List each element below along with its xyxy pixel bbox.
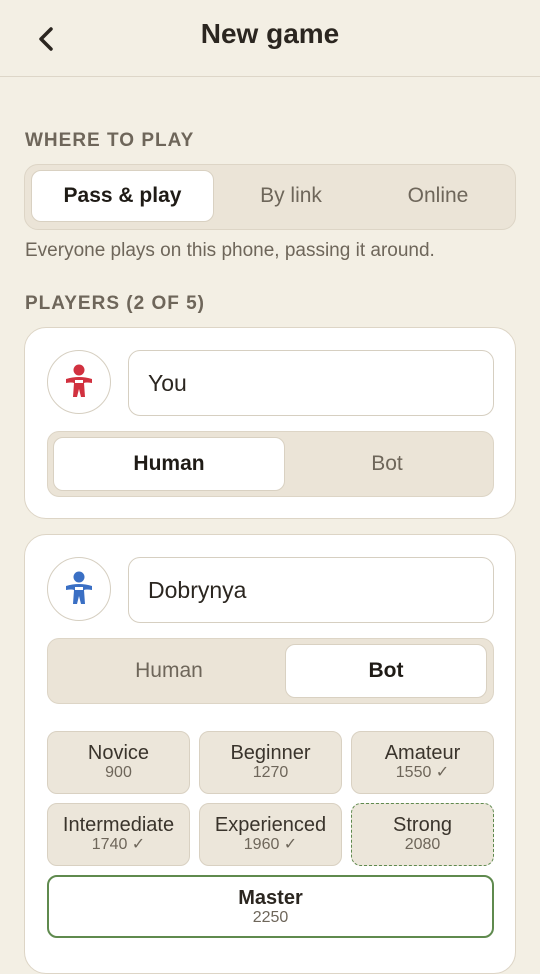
- player-card: Human Bot Novice 900 Beginner 1270 Amate…: [24, 534, 516, 974]
- player-name-input[interactable]: [128, 350, 494, 416]
- level-rating: 2250: [252, 909, 289, 926]
- level-name: Master: [238, 887, 303, 909]
- human-option[interactable]: Human: [53, 644, 285, 698]
- level-name: Strong: [393, 814, 452, 836]
- level-name: Experienced: [214, 814, 327, 836]
- level-rating: 2080: [404, 836, 441, 853]
- bot-level-novice[interactable]: Novice 900: [47, 731, 190, 794]
- tab-by-link[interactable]: By link: [214, 170, 368, 222]
- player-avatar[interactable]: [47, 557, 111, 621]
- person-icon: [66, 364, 92, 397]
- player-card: Human Bot: [24, 327, 516, 519]
- player-type-selector: Human Bot: [47, 431, 494, 497]
- tab-online[interactable]: Online: [368, 170, 508, 222]
- person-icon: [66, 571, 92, 604]
- level-rating: 900: [105, 764, 132, 781]
- human-option[interactable]: Human: [53, 437, 285, 491]
- bot-option[interactable]: Bot: [285, 437, 489, 491]
- bot-option[interactable]: Bot: [285, 644, 487, 698]
- player-avatar[interactable]: [47, 350, 111, 414]
- level-rating: 1740 ✓: [91, 836, 146, 853]
- level-name: Amateur: [384, 742, 461, 764]
- page-title: New game: [200, 18, 340, 49]
- level-name: Novice: [87, 742, 150, 764]
- player-type-selector: Human Bot: [47, 638, 494, 704]
- bot-level-master[interactable]: Master 2250: [47, 875, 494, 938]
- level-name: Beginner: [230, 742, 311, 764]
- where-to-play-label: WHERE TO PLAY: [25, 130, 195, 151]
- tab-pass-and-play[interactable]: Pass & play: [31, 170, 214, 222]
- bot-level-amateur[interactable]: Amateur 1550 ✓: [351, 731, 494, 794]
- play-mode-hint: Everyone plays on this phone, passing it…: [25, 240, 435, 261]
- level-rating: 1960 ✓: [243, 836, 298, 853]
- players-label: PLAYERS (2 OF 5): [25, 293, 206, 314]
- top-bar: New game: [0, 0, 540, 77]
- bot-level-experienced[interactable]: Experienced 1960 ✓: [199, 803, 342, 866]
- bot-level-intermediate[interactable]: Intermediate 1740 ✓: [47, 803, 190, 866]
- bot-level-strong[interactable]: Strong 2080: [351, 803, 494, 866]
- level-rating: 1550 ✓: [395, 764, 450, 781]
- player-name-input[interactable]: [128, 557, 494, 623]
- bot-level-beginner[interactable]: Beginner 1270: [199, 731, 342, 794]
- level-name: Intermediate: [62, 814, 175, 836]
- level-rating: 1270: [252, 764, 289, 781]
- play-mode-selector: Pass & play By link Online: [24, 164, 516, 230]
